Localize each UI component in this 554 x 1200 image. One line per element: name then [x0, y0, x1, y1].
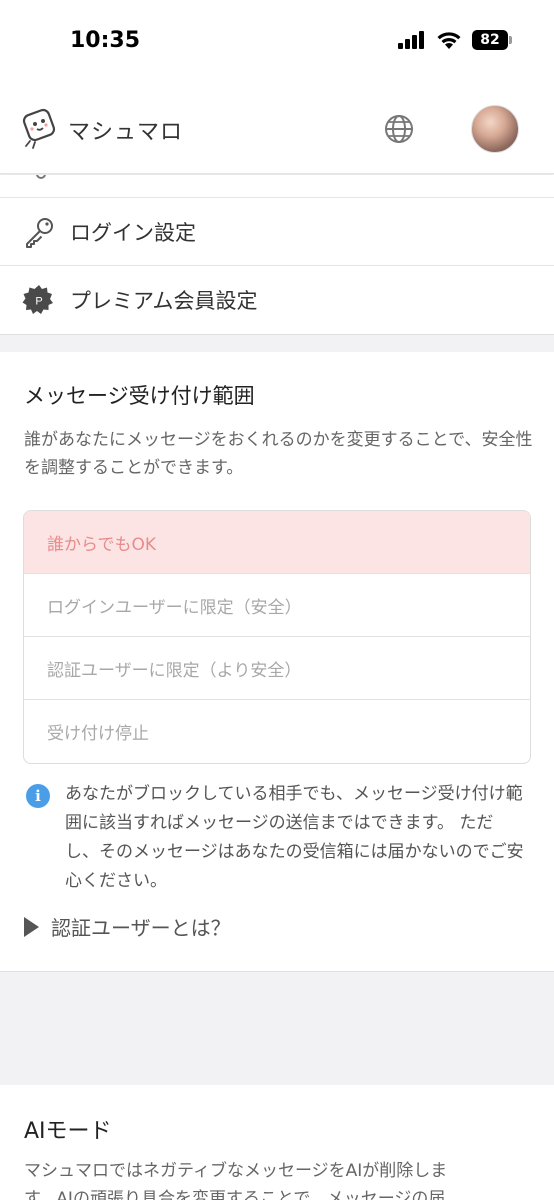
ai-mode-description-line: す。AIの頑張り具合を変更することで、メッセージの届 [24, 1189, 446, 1200]
premium-badge-letter: P [35, 296, 42, 308]
app-header: マシュマロ [0, 84, 554, 174]
key-icon [26, 218, 53, 248]
ai-mode-section: AIモード マシュマロではネガティブなメッセージをAIが削除しま す。AIの頑張… [0, 1085, 554, 1200]
status-icons: 82 [398, 30, 512, 50]
battery-icon: 82 [472, 30, 512, 50]
menu-item-premium-settings[interactable]: P プレミアム会員設定 [0, 266, 554, 334]
status-bar: 10:35 82 [0, 0, 554, 84]
menu-item-label: ログイン設定 [70, 220, 196, 245]
marshmallow-logo-icon[interactable] [18, 108, 60, 150]
disclosure-label: 認証ユーザーとは？ [51, 916, 231, 940]
globe-icon[interactable] [383, 113, 415, 145]
cellular-signal-icon [398, 31, 424, 49]
ai-mode-title: AIモード [24, 1119, 112, 1144]
verified-user-disclosure[interactable]: 認証ユーザーとは？ [24, 912, 231, 941]
option-stop-receiving[interactable]: 受け付け停止 [24, 700, 530, 763]
user-avatar[interactable] [471, 105, 519, 153]
menu-item-login-settings[interactable]: ログイン設定 [0, 198, 554, 266]
menu-item-label: プレミアム会員設定 [70, 289, 258, 313]
option-logged-in-users[interactable]: ログインユーザーに限定（安全） [24, 574, 530, 637]
ai-mode-description: マシュマロではネガティブなメッセージをAIが削除しま す。AIの頑張り具合を変更… [24, 1157, 544, 1200]
section-description: 誰があなたにメッセージをおくれるのかを変更することで、安全性を調整することができ… [24, 430, 533, 478]
info-icon: i [26, 784, 50, 808]
info-text: あなたがブロックしている相手でも、メッセージ受け付け範囲に該当すればメッセージの… [65, 784, 524, 891]
message-range-section: メッセージ受け付け範囲 誰があなたにメッセージをおくれるのかを変更することで、安… [0, 352, 554, 972]
ai-mode-description-line: マシュマロではネガティブなメッセージをAIが削除しま [24, 1161, 448, 1181]
menu-item-partial[interactable] [0, 175, 554, 198]
status-time: 10:35 [70, 28, 141, 53]
option-anyone[interactable]: 誰からでもOK [24, 511, 530, 574]
settings-menu: ログイン設定 P プレミアム会員設定 [0, 175, 554, 335]
wifi-icon [437, 32, 461, 49]
premium-badge-icon: P [22, 285, 53, 314]
section-title: メッセージ受け付け範囲 [24, 384, 255, 408]
partial-icon [36, 175, 46, 179]
app-name[interactable]: マシュマロ [68, 114, 183, 146]
disclosure-triangle-icon [24, 916, 39, 937]
option-verified-users[interactable]: 認証ユーザーに限定（より安全） [24, 637, 530, 700]
message-range-options: 誰からでもOK ログインユーザーに限定（安全） 認証ユーザーに限定（より安全） … [23, 510, 531, 764]
